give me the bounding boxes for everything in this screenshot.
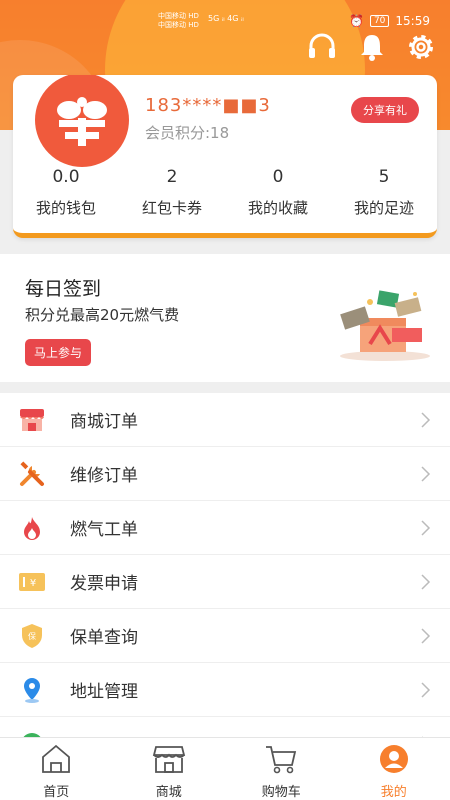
stat-coupons[interactable]: 2 红包卡券 bbox=[119, 167, 225, 218]
carrier-info: 中国移动 HD 中国移动 HD bbox=[158, 12, 199, 30]
brand-logo-icon bbox=[57, 97, 107, 146]
carrier-line-1: 中国移动 HD bbox=[158, 12, 199, 20]
chevron-right-icon bbox=[421, 628, 431, 644]
signin-title: 每日签到 bbox=[25, 278, 102, 300]
status-right: ⏰ 70 15:59 bbox=[349, 14, 430, 28]
menu-label: 燃气工单 bbox=[70, 520, 138, 540]
menu-item-policy-query[interactable]: 保 保单查询 bbox=[0, 609, 450, 663]
chevron-right-icon bbox=[421, 412, 431, 428]
stat-value: 0.0 bbox=[52, 167, 80, 187]
shop-icon bbox=[18, 406, 46, 434]
menu-label: 维修订单 bbox=[70, 466, 138, 486]
chevron-right-icon bbox=[421, 466, 431, 482]
menu-label: 商城订单 bbox=[70, 412, 138, 432]
stat-footprint[interactable]: 5 我的足迹 bbox=[331, 167, 437, 218]
stat-favorites[interactable]: 0 我的收藏 bbox=[225, 167, 331, 218]
gear-icon[interactable] bbox=[404, 30, 438, 64]
menu-label: 发票申请 bbox=[70, 574, 138, 594]
battery-indicator: 70 bbox=[369, 15, 390, 27]
stat-label: 红包卡券 bbox=[141, 199, 202, 217]
alarm-icon: ⏰ bbox=[349, 14, 364, 28]
cart-icon bbox=[266, 746, 297, 774]
stat-label: 我的收藏 bbox=[247, 199, 308, 217]
svg-text:保: 保 bbox=[28, 631, 36, 641]
menu-item-address[interactable]: 地址管理 bbox=[0, 663, 450, 717]
menu-item-gas-tickets[interactable]: 燃气工单 bbox=[0, 501, 450, 555]
signin-subtitle: 积分兑最高20元燃气费 bbox=[25, 306, 180, 324]
location-icon bbox=[18, 676, 46, 704]
nav-store[interactable]: 商城 bbox=[113, 738, 226, 800]
user-phone: 183****■■3 bbox=[145, 95, 271, 116]
menu-label: 保单查询 bbox=[70, 628, 138, 648]
chevron-right-icon bbox=[421, 520, 431, 536]
share-button[interactable]: 分享有礼 bbox=[351, 97, 419, 123]
chevron-right-icon bbox=[421, 574, 431, 590]
stat-wallet[interactable]: 0.0 我的钱包 bbox=[13, 167, 119, 218]
stat-value: 5 bbox=[378, 167, 390, 187]
stat-value: 0 bbox=[272, 167, 284, 187]
stat-value: 2 bbox=[166, 167, 178, 187]
store-icon bbox=[152, 746, 185, 773]
bottom-navigation: 首页 商城 购物车 我的 bbox=[0, 737, 450, 800]
status-bar: 中国移动 HD 中国移动 HD 5G ᵢₗ 4G ᵢₗ ⏰ 70 15:59 bbox=[0, 0, 450, 34]
invoice-icon: ¥ bbox=[18, 568, 46, 596]
menu-item-mall-orders[interactable]: 商城订单 bbox=[0, 393, 450, 447]
signal-indicator: 5G ᵢₗ 4G ᵢₗ bbox=[208, 14, 244, 23]
nav-profile[interactable]: 我的 bbox=[338, 738, 450, 800]
stat-label: 我的钱包 bbox=[35, 199, 96, 217]
avatar[interactable] bbox=[35, 75, 129, 167]
user-card: 183****■■3 会员积分:18 分享有礼 0.0 我的钱包 2 红包卡券 … bbox=[13, 75, 437, 238]
nav-label: 首页 bbox=[43, 785, 70, 800]
menu-label: 地址管理 bbox=[70, 682, 138, 702]
menu-item-repair-orders[interactable]: 维修订单 bbox=[0, 447, 450, 501]
profile-icon bbox=[379, 745, 408, 773]
bell-icon[interactable] bbox=[355, 30, 389, 64]
stats-row: 0.0 我的钱包 2 红包卡券 0 我的收藏 5 我的足迹 bbox=[13, 167, 437, 218]
clock: 15:59 bbox=[395, 14, 430, 28]
daily-signin-banner[interactable]: 每日签到 积分兑最高20元燃气费 马上参与 bbox=[0, 254, 450, 382]
chevron-right-icon bbox=[421, 682, 431, 698]
shield-icon: 保 bbox=[18, 622, 46, 650]
nav-cart[interactable]: 购物车 bbox=[225, 738, 338, 800]
headset-icon[interactable] bbox=[305, 30, 339, 64]
flame-icon bbox=[18, 514, 46, 542]
menu-item-invoice[interactable]: ¥ 发票申请 bbox=[0, 555, 450, 609]
svg-text:¥: ¥ bbox=[30, 578, 36, 589]
tools-icon bbox=[18, 460, 46, 488]
home-icon bbox=[42, 744, 71, 773]
carrier-line-2: 中国移动 HD bbox=[158, 21, 199, 29]
nav-label: 商城 bbox=[155, 785, 182, 800]
stat-label: 我的足迹 bbox=[353, 199, 414, 217]
nav-label: 购物车 bbox=[261, 785, 301, 800]
join-now-button[interactable]: 马上参与 bbox=[25, 339, 92, 366]
gift-box-icon bbox=[340, 290, 430, 361]
profile-page: 中国移动 HD 中国移动 HD 5G ᵢₗ 4G ᵢₗ ⏰ 70 15:59 1… bbox=[0, 0, 450, 800]
member-points: 会员积分:18 bbox=[145, 124, 230, 142]
nav-home[interactable]: 首页 bbox=[0, 738, 113, 800]
nav-label: 我的 bbox=[380, 785, 407, 800]
menu-list: 商城订单 维修订单 燃气工单 ¥ 发票申请 保 保单查询 地址管理 bbox=[0, 393, 450, 771]
